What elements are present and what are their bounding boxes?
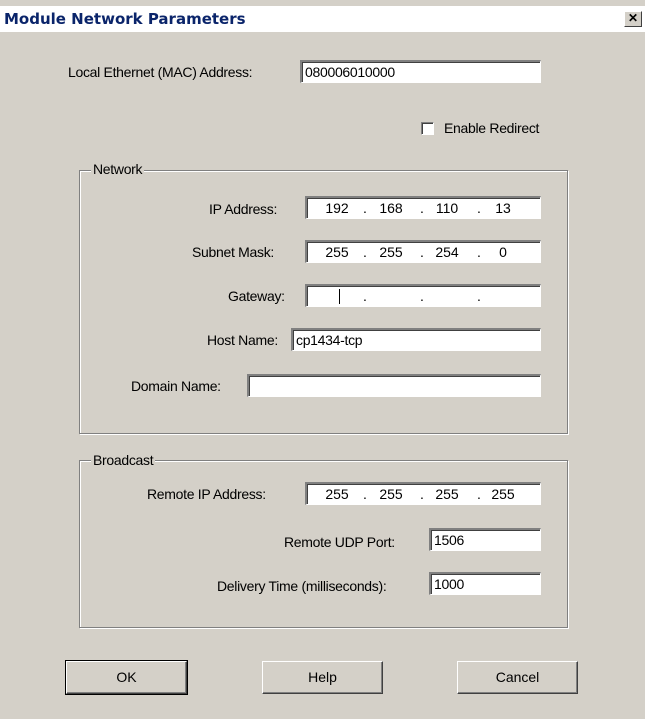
delivery-time-label: Delivery Time (milliseconds): [217,578,387,594]
remote-udp-port-value: 1506 [434,532,464,548]
dialog-title: Module Network Parameters [4,10,246,28]
ip-octet-1: 192 [325,200,349,216]
remote-ip-octet-3: 255 [435,486,459,502]
ip-separator: . [420,200,424,216]
ip-octet-4: 13 [495,200,511,216]
mask-octet-2: 255 [379,244,403,260]
ip-separator: . [363,200,367,216]
title-bar: Module Network Parameters ✕ [0,6,645,32]
mac-address-label: Local Ethernet (MAC) Address: [68,64,253,80]
mac-address-value: 080006010000 [305,64,395,80]
broadcast-group-legend: Broadcast [91,452,156,468]
gateway-label: Gateway: [228,288,285,304]
ip-octet-3: 110 [435,200,459,216]
delivery-time-value: 1000 [434,576,464,592]
ip-separator: . [477,486,481,502]
ip-separator: . [420,486,424,502]
remote-ip-address-label: Remote IP Address: [147,486,266,502]
ip-address-label: IP Address: [209,201,278,217]
ok-button[interactable]: OK [65,660,188,695]
domain-name-label: Domain Name: [131,378,221,394]
remote-udp-port-label: Remote UDP Port: [284,534,395,550]
host-name-field[interactable]: cp1434-tcp [291,328,541,351]
gateway-field[interactable]: . . . [305,284,541,307]
ip-separator: . [363,486,367,502]
ip-octet-2: 168 [379,200,403,216]
network-group-legend: Network [91,161,145,177]
enable-redirect-checkbox[interactable] [421,122,434,135]
close-icon: ✕ [627,11,639,25]
remote-udp-port-field[interactable]: 1506 [429,528,541,551]
ip-separator: . [420,288,424,304]
module-network-parameters-dialog: Module Network Parameters ✕ Local Ethern… [0,0,645,719]
host-name-label: Host Name: [207,332,278,348]
remote-ip-octet-4: 255 [491,486,515,502]
ip-address-field[interactable]: 192 . 168 . 110 . 13 [305,196,541,219]
remote-ip-octet-2: 255 [379,486,403,502]
help-button[interactable]: Help [262,661,383,694]
cancel-button[interactable]: Cancel [457,661,578,694]
ip-separator: . [477,244,481,260]
remote-ip-address-field[interactable]: 255 . 255 . 255 . 255 [305,482,541,505]
enable-redirect-label[interactable]: Enable Redirect [444,120,539,136]
subnet-mask-label: Subnet Mask: [192,244,274,260]
mask-octet-1: 255 [325,244,349,260]
ip-separator: . [363,244,367,260]
domain-name-field[interactable] [247,374,541,397]
mask-octet-4: 0 [499,244,507,260]
close-button[interactable]: ✕ [624,11,642,27]
mask-octet-3: 254 [435,244,459,260]
mac-address-field[interactable]: 080006010000 [300,60,541,83]
ip-separator: . [477,200,481,216]
remote-ip-octet-1: 255 [325,486,349,502]
host-name-value: cp1434-tcp [296,332,363,348]
ip-separator: . [420,244,424,260]
text-caret [339,289,340,304]
subnet-mask-field[interactable]: 255 . 255 . 254 . 0 [305,240,541,263]
delivery-time-field[interactable]: 1000 [429,572,541,595]
ip-separator: . [477,288,481,304]
ip-separator: . [363,288,367,304]
